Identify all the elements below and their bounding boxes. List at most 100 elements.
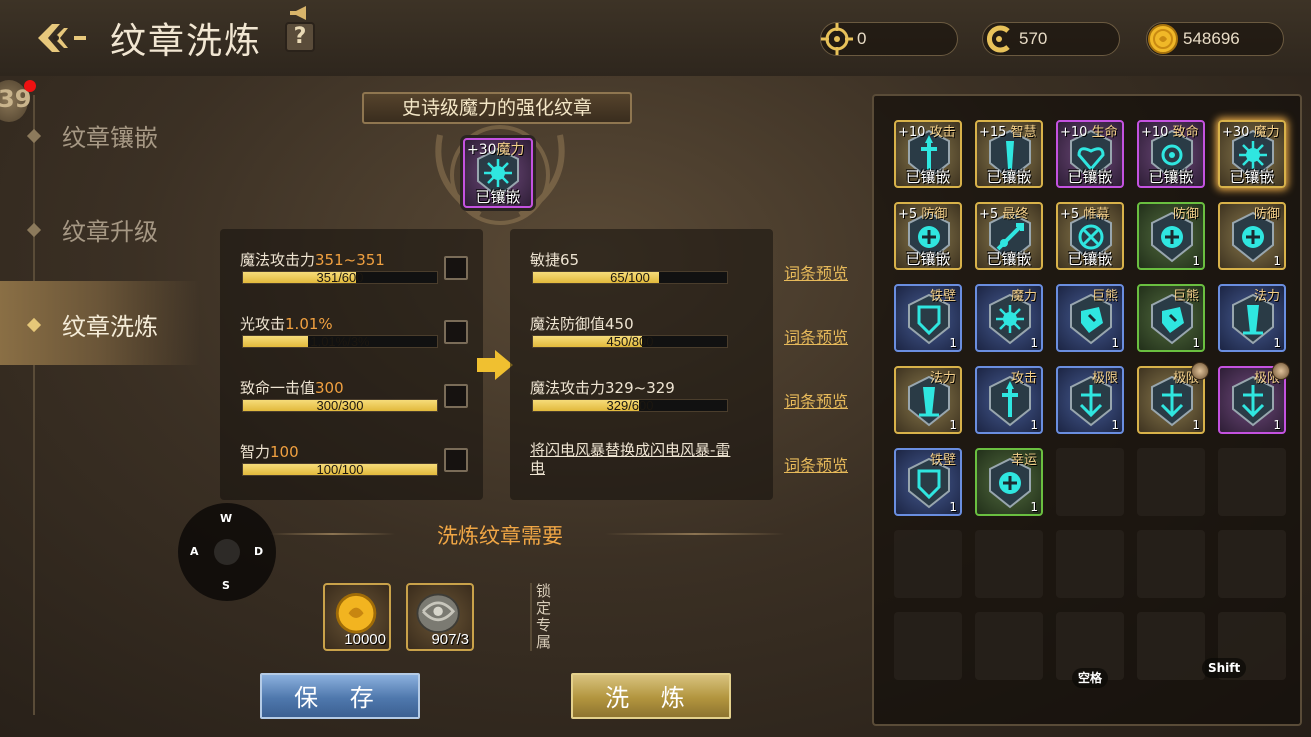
diamond-bullet-icon	[26, 317, 42, 333]
joystick-knob[interactable]	[214, 539, 240, 565]
key-d: D	[254, 545, 264, 558]
currency-value: 548696	[1183, 29, 1240, 48]
emblem-type: 法力	[929, 371, 956, 386]
empty-slot	[1137, 530, 1205, 598]
emblem-state: 已镶嵌	[475, 188, 521, 206]
page-title: 纹章洗炼	[110, 21, 263, 62]
emblem-count: 1	[1111, 336, 1119, 350]
stat-name: 魔法攻击力351~351	[240, 251, 385, 269]
emblem-level: +5 防御	[898, 207, 948, 222]
emblem-count: 1	[1030, 418, 1038, 432]
emblem-state: 已镶嵌	[1229, 168, 1275, 186]
emblem-slot[interactable]: 幸运 1	[975, 448, 1043, 516]
emblem-level: +30 魔力	[1222, 125, 1280, 140]
preview-link[interactable]: 词条预览	[784, 260, 848, 284]
emblem-slot[interactable]: 极限 1	[1218, 362, 1290, 434]
emblem-slot[interactable]: +30 魔力 已镶嵌	[1218, 120, 1286, 188]
help-button[interactable]: ?	[285, 22, 315, 52]
stat-name: 魔法攻击力329~329	[530, 379, 675, 397]
emblem-slot[interactable]: 法力 1	[1218, 284, 1286, 352]
preview-link[interactable]: 词条预览	[784, 452, 848, 476]
emblem-slot[interactable]: +5 帷幕已镶嵌	[1056, 202, 1124, 270]
stat-bar: 1.01%/3%	[242, 334, 438, 349]
lock-checkbox[interactable]	[444, 448, 468, 472]
emblem-slot[interactable]: 魔力 1	[975, 284, 1043, 352]
empty-slot	[1137, 448, 1205, 516]
emblem-type: 铁壁	[929, 453, 956, 468]
emblem-slot[interactable]: +10 攻击 已镶嵌	[894, 120, 962, 188]
emblem-type: 防御	[1172, 207, 1199, 222]
cost-item-gold[interactable]: 10000	[323, 583, 391, 651]
emblem-state: 已镶嵌	[986, 250, 1032, 268]
emblem-banner-text: 史诗级魔力的强化纹章	[401, 97, 592, 119]
emblem-slot[interactable]: 极限 1	[1056, 366, 1124, 434]
key-s: S	[222, 579, 230, 592]
current-stat-row: 魔法攻击力351~351 351/600	[220, 229, 483, 289]
emblem-slot[interactable]: +5 最终已镶嵌	[975, 202, 1043, 270]
emblem-state: 已镶嵌	[1148, 168, 1194, 186]
sidebar-item-inlay[interactable]: 纹章镶嵌	[0, 92, 200, 176]
emblem-count: 1	[1192, 336, 1200, 350]
emblem-slot[interactable]: +10 生命 已镶嵌	[1056, 120, 1124, 188]
emblem-count: 1	[949, 336, 957, 350]
emblem-count: 1	[1192, 418, 1200, 432]
sidebar-item-refine[interactable]: 纹章洗炼	[0, 281, 200, 365]
lock-checkbox[interactable]	[444, 384, 468, 408]
emblem-slot[interactable]: +15 智慧 已镶嵌	[975, 120, 1043, 188]
stat-bar: 351/600	[242, 270, 438, 285]
emblem-slot[interactable]: +10 致命 已镶嵌	[1137, 120, 1205, 188]
emblem-inventory: +10 攻击 已镶嵌 +15 智慧 已镶嵌 +10 生命 已镶嵌 +10 致命 已镶嵌 +30 …	[872, 94, 1302, 726]
selected-emblem[interactable]: +30魔力 已镶嵌	[460, 135, 538, 213]
stat-bar: 450/800	[532, 334, 728, 349]
wasd-joystick[interactable]: W A D S	[178, 503, 276, 601]
sidebar-item-label: 纹章镶嵌	[62, 124, 158, 152]
emblem-slot[interactable]: 防御 1	[1137, 202, 1205, 270]
empty-slot	[975, 530, 1043, 598]
sidebar-item-upgrade[interactable]: 纹章升级	[0, 186, 200, 270]
stat-bar: 300/300	[242, 398, 438, 413]
lock-checkbox[interactable]	[444, 256, 468, 280]
c-token-icon	[987, 25, 1010, 53]
emblem-slot[interactable]: 防御 1	[1218, 202, 1286, 270]
requirements-title: 洗炼纹章需要	[437, 524, 563, 548]
currency-token: 570	[982, 22, 1120, 56]
lock-checkbox[interactable]	[444, 320, 468, 344]
emblem-type: 巨熊	[1091, 289, 1118, 304]
diamond-bullet-icon	[26, 222, 42, 238]
empty-slot	[1056, 530, 1124, 598]
gold-coin-icon	[1148, 24, 1178, 54]
emblem-slot[interactable]: 铁壁 1	[894, 284, 962, 352]
emblem-count: 1	[1273, 254, 1281, 268]
empty-slot	[894, 612, 962, 680]
emblem-type: 幸运	[1010, 453, 1037, 468]
top-bar: 纹章洗炼 ? 0 570 548696	[0, 0, 1311, 76]
emblem-level: +5 帷幕	[1060, 207, 1110, 222]
save-button[interactable]: 保 存	[260, 673, 420, 719]
sidebar-item-label: 纹章洗炼	[62, 313, 158, 341]
cost-item-stone[interactable]: 907/3	[406, 583, 474, 651]
notification-dot	[24, 80, 36, 92]
preview-link[interactable]: 词条预览	[784, 324, 848, 348]
stat-name: 致命一击值300	[240, 379, 344, 397]
emblem-slot[interactable]: 攻击 1	[975, 366, 1043, 434]
emblem-slot[interactable]: 巨熊 1	[1056, 284, 1124, 352]
refine-button[interactable]: 洗 炼	[571, 673, 731, 719]
emblem-state: 已镶嵌	[905, 250, 951, 268]
emblem-slot[interactable]: 极限 1	[1137, 362, 1209, 434]
back-arrow-icon[interactable]	[34, 18, 94, 58]
emblem-state: 已镶嵌	[1067, 250, 1113, 268]
horn-icon	[290, 6, 306, 20]
emblem-level: +5 最终	[979, 207, 1029, 222]
emblem-slot[interactable]: 法力 1	[894, 366, 962, 434]
emblem-slot[interactable]: 巨熊 1	[1137, 284, 1205, 352]
item-count: 907/3	[431, 631, 469, 648]
emblem-count: 1	[1273, 336, 1281, 350]
stat-name: 光攻击1.01%	[240, 315, 333, 333]
skill-replace-text[interactable]: 将闪电风暴替换成闪电风暴-雷电	[530, 441, 740, 477]
preview-link[interactable]: 词条预览	[784, 388, 848, 412]
emblem-slot[interactable]: 铁壁 1	[894, 448, 962, 516]
currency-target: 0	[820, 22, 958, 56]
emblem-slot[interactable]: +5 防御已镶嵌	[894, 202, 962, 270]
emblem-level: +15 智慧	[979, 125, 1037, 140]
emblem-count: 1	[949, 418, 957, 432]
